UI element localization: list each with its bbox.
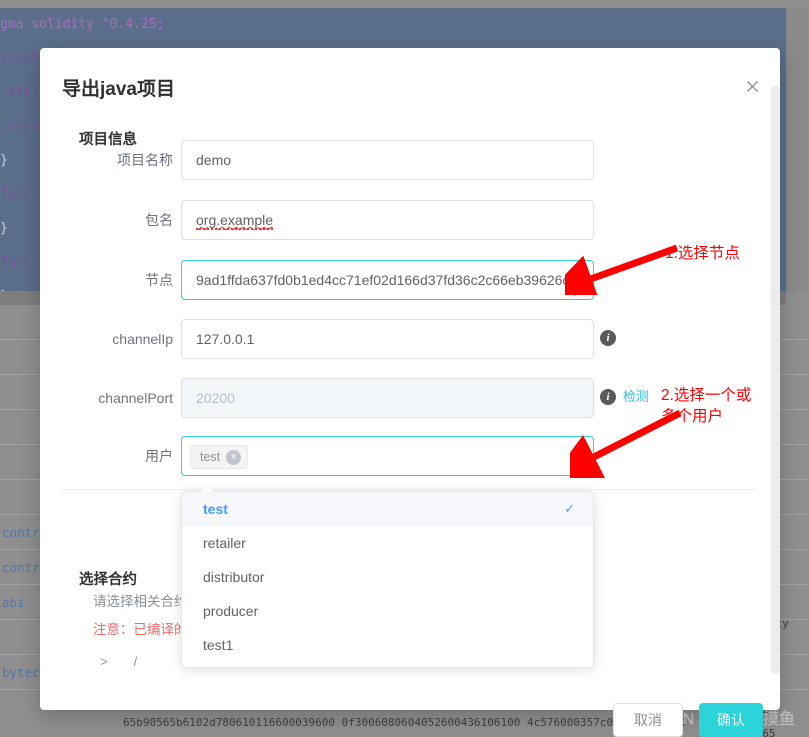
form-row-channel-ip: channelIp 127.0.0.1 i (40, 319, 780, 359)
channel-ip-input[interactable]: 127.0.0.1 (181, 319, 594, 359)
annotation-text-1: 1.选择节点 (665, 245, 740, 262)
confirm-button[interactable]: 确认 (699, 703, 763, 737)
contract-hint: 请选择相关合约 (93, 594, 188, 609)
user-multiselect[interactable]: test × (181, 436, 594, 476)
dropdown-option-label: distributor (203, 569, 265, 585)
user-tag-label: test (200, 450, 221, 464)
chevron-right-icon[interactable]: > (100, 654, 108, 669)
contract-warning: 注意：已编译的 (93, 622, 188, 637)
detect-link[interactable]: 检测 (623, 389, 649, 405)
section-divider (62, 489, 758, 490)
node-select[interactable]: 9ad1ffda637fd0b1ed4cc71ef02d166d37fd36c2… (181, 260, 594, 300)
info-icon[interactable]: i (600, 330, 616, 346)
label-package-name: 包名 (145, 212, 173, 228)
node-select-value: 9ad1ffda637fd0b1ed4cc71ef02d166d37fd36c2… (196, 272, 570, 288)
project-name-input[interactable]: demo (181, 140, 594, 180)
label-user: 用户 (145, 448, 173, 464)
form-row-package-name: 包名 org.example (40, 200, 780, 240)
label-project-name: 项目名称 (117, 152, 173, 168)
channel-port-placeholder: 20200 (196, 390, 235, 406)
channel-port-input[interactable]: 20200 (181, 378, 594, 418)
dropdown-option-distributor[interactable]: distributor (182, 560, 593, 594)
contract-tree-row[interactable]: > / (100, 654, 137, 669)
annotation-text-2: 2.选择一个或 多个用户 (661, 387, 752, 425)
dropdown-option-label: producer (203, 603, 259, 619)
label-channel-port: channelPort (98, 390, 173, 406)
user-dropdown-menu[interactable]: test ✓ retailer distributor producer tes… (181, 491, 594, 668)
export-java-project-dialog: 导出java项目 项目信息 项目名称 demo 包名 org.example 节… (40, 48, 780, 737)
background-top-bar (0, 0, 809, 8)
dropdown-option-test1[interactable]: test1 (182, 628, 593, 662)
screen: gma solidity ^0.4.25; tract stri cons } … (0, 0, 809, 737)
user-tag-test: test × (190, 445, 249, 469)
dropdown-option-test[interactable]: test ✓ (182, 492, 593, 526)
form-row-project-name: 项目名称 demo (40, 140, 780, 180)
section-title-select-contract: 选择合约 (79, 572, 137, 588)
remove-tag-icon[interactable]: × (226, 449, 242, 465)
close-icon[interactable] (742, 78, 762, 98)
check-icon: ✓ (564, 501, 575, 516)
dropdown-option-retailer[interactable]: retailer (182, 526, 593, 560)
info-icon[interactable]: i (600, 389, 616, 405)
package-name-value: org.example (196, 212, 274, 230)
dropdown-option-producer[interactable]: producer (182, 594, 593, 628)
label-channel-ip: channelIp (112, 331, 173, 347)
dropdown-option-label: test (203, 501, 228, 517)
label-node: 节点 (145, 272, 173, 288)
code-line: gma solidity ^0.4.25; (0, 17, 165, 32)
contract-tree-path: / (133, 654, 138, 669)
package-name-input[interactable]: org.example (181, 200, 594, 240)
dropdown-option-label: retailer (203, 535, 246, 551)
dropdown-option-label: test1 (203, 637, 234, 653)
cancel-button[interactable]: 取消 (613, 703, 683, 737)
dialog-title: 导出java项目 (62, 79, 175, 100)
